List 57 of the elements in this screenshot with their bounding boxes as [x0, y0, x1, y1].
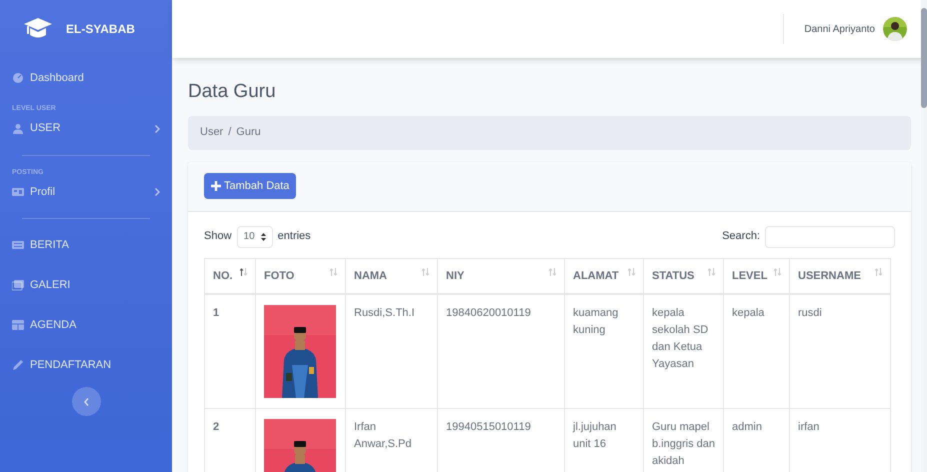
- table-icon: [12, 319, 24, 331]
- chevron-left-icon: [84, 398, 88, 406]
- page-title: Data Guru: [188, 80, 277, 104]
- brand-name[interactable]: EL-SYABAB: [66, 20, 135, 38]
- sort-arrows-icon: [774, 268, 781, 276]
- sort-arrows-icon: [628, 268, 635, 276]
- column-header[interactable]: USERNAME: [790, 258, 890, 294]
- column-header[interactable]: FOTO: [256, 258, 346, 294]
- pencil-icon: [12, 359, 24, 371]
- breadcrumb-item[interactable]: User: [200, 124, 224, 141]
- table-cell: 1: [204, 294, 256, 408]
- sort-arrows-icon: [549, 268, 556, 276]
- news-icon: [12, 239, 24, 251]
- sidebar-item[interactable]: Dashboard: [12, 58, 160, 98]
- column-header[interactable]: NIY: [438, 258, 564, 294]
- breadcrumb-item: Guru: [236, 125, 261, 140]
- column-header[interactable]: LEVEL: [724, 258, 790, 294]
- column-header[interactable]: STATUS: [644, 258, 724, 294]
- table-cell: kuamang kuning: [564, 294, 644, 408]
- show-label: Show: [204, 229, 232, 244]
- column-header[interactable]: NO.: [204, 258, 256, 294]
- user-name[interactable]: Danni Apriyanto: [804, 22, 875, 36]
- sidebar-toggle-button[interactable]: [72, 387, 100, 416]
- sort-arrows-icon: [422, 268, 429, 276]
- breadcrumb-separator: /: [228, 125, 232, 140]
- sidebar-item[interactable]: PENDAFTARAN: [12, 345, 160, 385]
- table-cell: kepala sekolah SD dan Ketua Yayasan: [644, 294, 724, 408]
- sort-arrows-icon: [708, 268, 715, 276]
- table-cell: kepala: [724, 294, 790, 408]
- graduation-cap-icon: [24, 18, 52, 40]
- table-cell: Rusdi,S.Th.I: [346, 294, 438, 408]
- sidebar-item[interactable]: USER: [12, 108, 160, 148]
- scrollbar[interactable]: [921, 0, 927, 472]
- sidebar-item[interactable]: BERITA: [12, 225, 160, 265]
- search-field[interactable]: [765, 226, 895, 248]
- sort-arrows-icon: [330, 268, 337, 276]
- chevron-right-icon: [155, 188, 160, 196]
- entries-select[interactable]: 10: [236, 226, 273, 248]
- sort-arrows-icon: [875, 268, 882, 276]
- chevron-right-icon: [155, 124, 160, 132]
- add-data-button[interactable]: Tambah Data: [204, 173, 296, 199]
- column-header[interactable]: NAMA: [346, 258, 438, 294]
- entries-label: entries: [278, 229, 311, 244]
- table-cell: 2: [204, 408, 256, 472]
- sort-arrows-icon: [240, 268, 247, 276]
- sort-caret-icon: [260, 232, 266, 240]
- table-cell: rusdi: [790, 294, 890, 408]
- search-label: Search:: [722, 229, 760, 244]
- gauge-icon: [12, 72, 24, 84]
- card-icon: [12, 186, 24, 198]
- table-cell: 19840620010119: [438, 294, 564, 408]
- plus-icon: [211, 181, 221, 191]
- images-icon: [12, 279, 24, 291]
- sidebar-item[interactable]: GALERI: [12, 265, 160, 305]
- column-header[interactable]: ALAMAT: [564, 258, 644, 294]
- user-icon: [12, 122, 24, 134]
- sidebar-item[interactable]: AGENDA: [12, 305, 160, 345]
